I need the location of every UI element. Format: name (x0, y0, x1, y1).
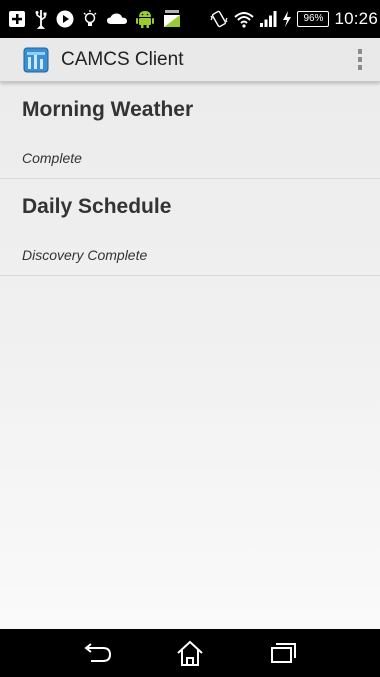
overflow-dot (358, 57, 362, 62)
action-bar: CAMCS Client (0, 38, 380, 82)
recents-icon[interactable] (263, 633, 303, 673)
status-bar: 96% 10:26 (0, 0, 380, 38)
item-title: Morning Weather (22, 98, 194, 121)
back-icon[interactable] (77, 633, 117, 673)
play-icon (56, 8, 74, 30)
charging-icon (282, 8, 292, 30)
overflow-dot (358, 49, 362, 54)
overflow-dot (358, 65, 362, 70)
data-icon (162, 8, 182, 30)
app-logo-icon[interactable] (23, 47, 49, 73)
signal-icon (259, 8, 277, 30)
lightbulb-icon (82, 8, 98, 30)
list-item[interactable]: Daily Schedule Discovery Complete (0, 179, 380, 276)
task-list: Morning Weather Complete Daily Schedule … (0, 82, 380, 629)
clock: 10:26 (334, 9, 378, 28)
status-bar-right: 96% 10:26 (209, 8, 378, 30)
navigation-bar (0, 629, 380, 677)
overflow-menu-button[interactable] (340, 38, 380, 82)
cloud-icon (106, 8, 128, 30)
list-item[interactable]: Morning Weather Complete (0, 82, 380, 179)
battery-indicator: 96% (297, 11, 330, 27)
add-icon (8, 8, 26, 30)
wifi-icon (234, 8, 255, 30)
app-title: CAMCS Client (61, 48, 184, 70)
vibrate-icon (209, 8, 229, 30)
android-icon (136, 8, 154, 30)
usb-icon (34, 8, 48, 30)
home-icon[interactable] (170, 633, 210, 673)
item-status: Discovery Complete (22, 247, 148, 263)
item-status: Complete (22, 150, 82, 166)
item-title: Daily Schedule (22, 195, 172, 218)
